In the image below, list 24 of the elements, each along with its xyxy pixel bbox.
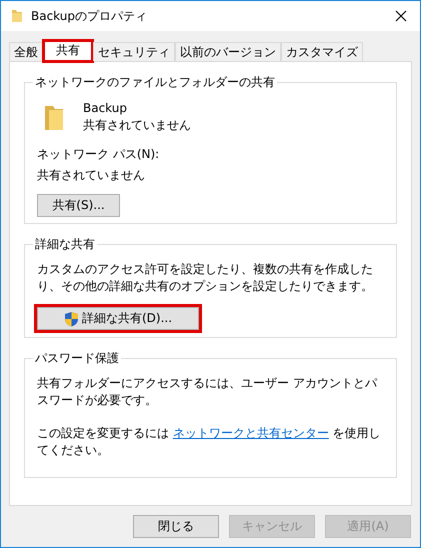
description-text: 共有フォルダーにアクセスするには、ユーザー アカウントとパスワードが必要です。 [37, 375, 378, 409]
tab[interactable]: カスタマイズ [281, 42, 363, 61]
settings-sentence: この設定を変更するには ネットワークと共有センター を使用してください。 [37, 425, 382, 459]
group-legend: ネットワークのファイルとフォルダーの共有 [33, 74, 277, 91]
tab[interactable]: セキュリティ [93, 42, 175, 61]
network-center-link[interactable]: ネットワークと共有センター [172, 426, 329, 440]
tab[interactable]: 全般 [9, 42, 43, 61]
share-button[interactable]: 共有(S)... [37, 194, 120, 217]
window-title: Backupのプロパティ [31, 8, 148, 24]
folder-icon [11, 9, 23, 23]
tab[interactable]: 共有 [43, 40, 93, 62]
tab[interactable]: 以前のバージョン [175, 42, 281, 61]
dialog-button[interactable]: 閉じる [133, 515, 219, 538]
group-legend: パスワード保護 [33, 350, 121, 367]
folder-name: Backup [83, 101, 128, 115]
description-text: カスタムのアクセス許可を設定したり、複数の共有を作成したり、その他の詳細な共有のオプションを設定したりできます。 [37, 261, 374, 295]
shield-icon [64, 310, 79, 326]
share-status: 共有されていません [83, 117, 191, 134]
advanced-sharing-button[interactable]: 詳細な共有(D)... [37, 307, 199, 330]
network-path-value: 共有されていません [37, 167, 146, 184]
group-legend: 詳細な共有 [33, 236, 97, 253]
network-path-label: ネットワーク パス(N): [37, 146, 160, 163]
folder-icon [43, 104, 65, 132]
close-icon[interactable] [395, 10, 407, 22]
